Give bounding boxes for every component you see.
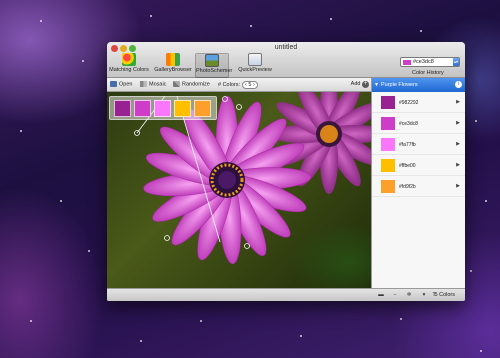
toolbar-photo-schemer[interactable]: PhotoSchemer [195,53,233,78]
mosaic-button[interactable]: Mosaic [140,81,166,87]
swatch-1[interactable] [114,100,131,117]
toolbar-item-label: PhotoSchemer [196,68,233,74]
randomize-label: Randomize [182,81,210,88]
chevron-right-icon[interactable]: ▶ [456,99,460,105]
mosaic-icon [140,81,147,87]
gallery-icon [166,53,180,66]
chevron-right-icon[interactable]: ▶ [456,183,460,189]
color-row[interactable]: #982292 ▶ [372,93,465,113]
photo-swatch-bar [109,96,217,120]
colors-count-label: # Colors: [218,82,241,88]
color-row-hex: #982292 [399,100,419,106]
app-window: untitled Matching Colors GalleryBrowser … [107,42,465,301]
scheme-header[interactable]: ▼ Purple Flowers i [372,78,465,92]
chevron-right-icon[interactable]: ▶ [456,162,460,168]
colors-count-value: 5 [248,82,252,88]
colors-count-stepper[interactable]: ‹ 5 › [242,81,258,89]
toolbar-item-label: GalleryBrowser [154,67,192,73]
color-row[interactable]: #fa77fb ▶ [372,135,465,155]
gear-icon[interactable]: ✲ [403,291,415,300]
color-row-hex: #ffbe00 [399,163,416,169]
color-row[interactable]: #fd9f2b ▶ [372,177,465,197]
randomize-icon [173,81,180,87]
color-wheel-icon [122,53,136,66]
chevron-right-icon[interactable]: ▶ [456,141,460,147]
color-row-swatch [381,180,395,193]
open-label: Open [119,81,133,88]
photo-toolbar: Open Mosaic Randomize # Colors: ‹ 5 › Add… [107,78,371,92]
mosaic-label: Mosaic [149,81,167,88]
folder-icon [110,81,117,87]
color-row-hex: #ce3dc8 [399,121,418,127]
add-label: Add [350,81,361,87]
open-button[interactable]: Open [110,81,132,87]
folder-icon[interactable]: ▬ [375,291,387,300]
remove-icon[interactable]: − [389,291,401,300]
photo-icon [205,54,219,67]
toolbar-item-label: Matching Colors [109,67,149,73]
disclosure-triangle-icon[interactable]: ▼ [374,82,379,88]
scheme-title: Purple Flowers [381,82,418,88]
title-bar: untitled Matching Colors GalleryBrowser … [107,42,465,78]
swatch-5[interactable] [194,100,211,117]
color-row-swatch [381,117,395,130]
toolbar-gallery-browser[interactable]: GalleryBrowser [153,53,193,78]
color-row-swatch [381,138,395,151]
current-color-hex: #ce3dc8 [413,59,434,65]
plus-icon: + [362,81,369,88]
colors-count-control: # Colors: ‹ 5 › [218,81,258,89]
color-row-hex: #fd9f2b [399,184,416,190]
swatch-3[interactable] [154,100,171,117]
color-history-label: Color History [412,70,444,76]
color-count: 5 Colors [434,292,455,298]
toolbar-item-label: QuickPreview [238,67,272,73]
toolbar-quick-preview[interactable]: QuickPreview [237,53,273,78]
randomize-button[interactable]: Randomize [173,81,210,87]
chevron-right-icon[interactable]: ▶ [456,120,460,126]
toolbar-matching-colors[interactable]: Matching Colors [109,53,149,78]
stepper-arrows-icon[interactable]: ▴▾ [453,58,459,66]
color-history-panel: ▼ Purple Flowers i #982292 ▶ #ce3dc8 ▶ #… [371,78,465,288]
bottom-bar: ▬ − ✲ ▾ T 5 Colors [107,288,465,301]
color-value-field[interactable]: #ce3dc8 ▴▾ [400,57,460,67]
color-row[interactable]: #ffbe00 ▶ [372,156,465,176]
flower-photo [134,92,371,265]
color-row-swatch [381,96,395,109]
info-icon[interactable]: i [455,81,462,88]
swatch-4[interactable] [174,100,191,117]
swatch-2[interactable] [134,100,151,117]
window-title: untitled [274,44,298,51]
color-row-hex: #fa77fb [399,142,416,148]
preview-icon [248,53,262,66]
color-row-swatch [381,159,395,172]
photo-canvas[interactable] [107,92,371,288]
add-button[interactable]: Add + [351,81,369,88]
current-color-swatch [403,60,411,65]
color-row[interactable]: #ce3dc8 ▶ [372,114,465,134]
